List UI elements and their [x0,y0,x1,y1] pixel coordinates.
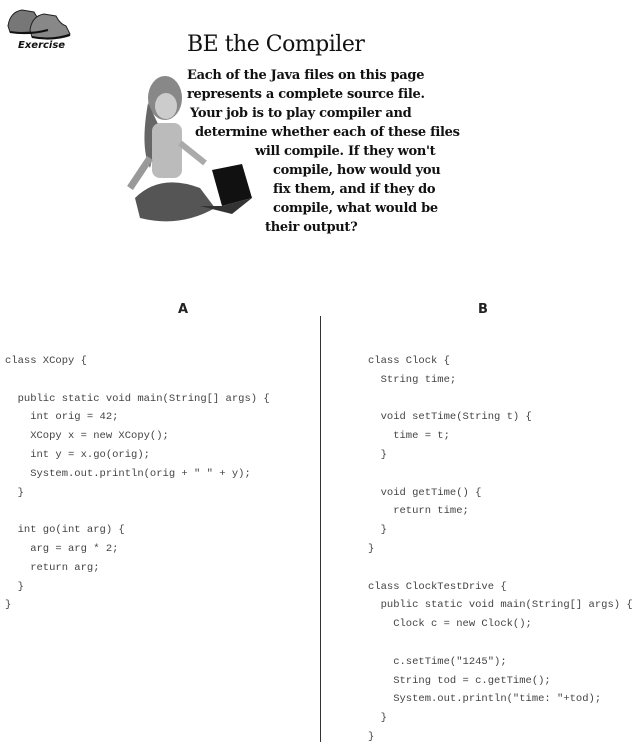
code-listing-b: class Clock { String time; void setTime(… [368,352,633,747]
code-line: } [5,599,12,612]
code-line: } [368,542,375,555]
intro-line: will compile. If they won't [255,144,436,159]
code-line: } [368,448,387,461]
code-line: return arg; [5,561,100,574]
intro-line: their output? [265,220,358,235]
intro-line: fix them, and if they do [273,182,436,197]
code-line: c.setTime("1245"); [368,655,507,668]
page-title: BE the Compiler [187,32,365,57]
intro-line: compile, what would be [273,201,438,216]
intro-line: compile, how would you [273,163,441,178]
code-line: } [368,712,387,725]
column-b-label: B [478,302,488,317]
code-line: XCopy x = new XCopy(); [5,430,169,443]
code-line: class XCopy { [5,355,87,367]
code-line: public static void main(String[] args) { [368,599,633,612]
intro-line: Each of the Java files on this page [187,68,425,83]
column-divider [320,316,321,742]
code-line: String tod = c.getTime(); [368,674,551,687]
code-line: } [5,580,24,593]
code-line: String time; [368,373,457,386]
code-line: time = t; [368,430,450,443]
column-a-label: A [178,302,189,317]
code-line: return time; [368,505,469,518]
code-line: int y = x.go(orig); [5,448,150,461]
code-line: Clock c = new Clock(); [368,618,532,631]
code-listing-a: class XCopy { public static void main(St… [5,352,270,615]
intro-line: represents a complete source file. [187,87,425,102]
exercise-shoes-icon [4,4,74,44]
intro-line: determine whether each of these files [195,125,460,140]
code-line: public static void main(String[] args) { [5,392,270,405]
code-line: void getTime() { [368,486,482,499]
exercise-label: Exercise [18,40,66,51]
code-line: class ClockTestDrive { [368,580,507,593]
code-line: System.out.println("time: "+tod); [368,693,602,706]
code-line: int orig = 42; [5,411,119,424]
code-line: System.out.println(orig + " " + y); [5,467,251,480]
code-line: void setTime(String t) { [368,411,532,424]
code-line: int go(int arg) { [5,524,125,537]
code-line: } [368,524,387,537]
code-line: } [5,486,24,499]
code-line: class Clock { [368,355,450,367]
code-line: } [368,730,375,743]
code-line: arg = arg * 2; [5,542,119,555]
intro-line: Your job is to play compiler and [190,106,412,121]
